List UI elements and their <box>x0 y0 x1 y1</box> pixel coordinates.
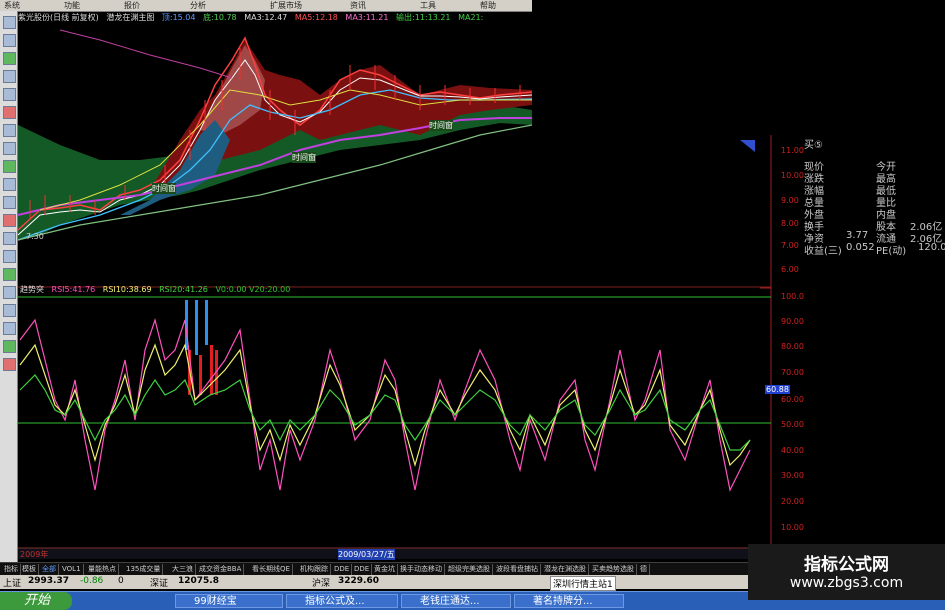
axis-label: 10.00 <box>781 523 804 532</box>
corner-marker <box>740 140 755 152</box>
tab-dde-2[interactable]: DDE <box>352 564 373 575</box>
rsi20-value: RSI20:41.26 <box>159 285 208 294</box>
tab-three-waves[interactable]: 大三浪 <box>170 564 196 575</box>
sub-indicator-name[interactable]: 趋势突 <box>20 285 44 294</box>
axis-label: 70.00 <box>781 368 804 377</box>
tab-golden-pit[interactable]: 黄金坑 <box>372 564 398 575</box>
shanghai-label: 上证 <box>3 579 22 589</box>
tab-dde[interactable]: DDE <box>332 564 353 575</box>
axis-label: 50.00 <box>781 420 804 429</box>
indicator-tabs: 指标 模板 全部 VOL1 量能热点 135成交量 大三浪 成交资金BBA 看长… <box>0 562 750 576</box>
shanghai-volume: 0 <box>118 576 124 586</box>
shanghai-change: -0.86 <box>80 576 104 586</box>
quote-panel: 买⑤ 现价 今开 涨跌 最高 涨幅 最低 总量 量比 外盘 内盘 换手 股本 2… <box>768 136 945 257</box>
buy5-label: 买⑤ <box>804 140 823 151</box>
axis-label: 100.0 <box>781 292 804 301</box>
tab-all[interactable]: 全部 <box>40 564 59 575</box>
start-button[interactable]: 开始 <box>0 592 72 610</box>
year-label: 2009年 <box>20 550 49 559</box>
tab-volume-hotspot[interactable]: 量能热点 <box>86 564 119 575</box>
shanghai-value: 2993.37 <box>28 576 69 586</box>
shenzhen-label: 深证 <box>150 579 169 589</box>
time-window-label: 时间窗 <box>429 120 453 131</box>
eps-label: 收益(三) <box>804 246 842 257</box>
low-price-label: 7.30 <box>26 232 44 241</box>
axis-label: 90.00 <box>781 317 804 326</box>
tab-indicator[interactable]: 指标 <box>2 564 21 575</box>
time-window-label: 时间窗 <box>292 152 316 163</box>
histogram-bars <box>185 300 218 395</box>
sub-indicator-header: 趋势突 RSI5:41.76 RSI10:38.69 RSI20:41.26 V… <box>20 284 295 295</box>
tab-trend-pick[interactable]: 买卖趋势选股 <box>590 564 637 575</box>
hs-label: 沪深 <box>312 579 331 589</box>
selected-date: 2009/03/27/五 <box>338 549 395 560</box>
tab-qe[interactable]: 看长期线QE <box>250 564 293 575</box>
task-item[interactable]: 老钱庄通达... <box>401 594 511 608</box>
axis-label: 60.00 <box>781 395 804 404</box>
watermark: 指标公式网 www.zbgs3.com <box>748 544 945 600</box>
tab-vol1[interactable]: VOL1 <box>60 564 84 575</box>
v-values: V0:0.00 V20:20.00 <box>215 285 291 294</box>
axis-label: 20.00 <box>781 497 804 506</box>
tab-institution[interactable]: 机构跟踪 <box>298 564 331 575</box>
rsi5-value: RSI5:41.76 <box>51 285 96 294</box>
axis-label: 80.00 <box>781 342 804 351</box>
status-bar: 上证 2993.37 -0.86 0 深证 12075.8 沪深 3229.60… <box>0 575 750 591</box>
tab-template[interactable]: 模板 <box>20 564 39 575</box>
task-item[interactable]: 著名持牌分... <box>514 594 624 608</box>
net-asset-value: 3.77 <box>846 230 869 241</box>
axis-label: 6.00 <box>781 265 799 274</box>
tab-turnover[interactable]: 换手动态移动 <box>398 564 445 575</box>
tab-dragon-pick[interactable]: 潜龙在渊选股 <box>542 564 589 575</box>
pe-value: 120.0 <box>918 242 945 253</box>
time-window-label: 时间窗 <box>152 183 176 194</box>
watermark-title: 指标公式网 <box>804 555 889 575</box>
current-value-marker: 60.88 <box>765 385 790 394</box>
rsi10-value: RSI10:38.69 <box>102 285 152 294</box>
shenzhen-value: 12075.8 <box>178 576 219 586</box>
task-item[interactable]: 99财经宝 <box>175 594 283 608</box>
axis-label: 40.00 <box>781 446 804 455</box>
tab-135[interactable]: 135成交量 <box>124 564 164 575</box>
server-status[interactable]: 深圳行情主站1 <box>550 576 616 591</box>
tab-bba[interactable]: 成交资金BBA <box>197 564 245 575</box>
hs-value: 3229.60 <box>338 576 379 586</box>
pe-label: PE(动) <box>876 246 907 257</box>
tab-perfect-pick[interactable]: 超级完美选股 <box>446 564 493 575</box>
chart-canvas <box>17 23 772 559</box>
tab-wave-watch[interactable]: 波段看盘捕钻 <box>494 564 541 575</box>
tab-more[interactable]: 德 <box>638 564 650 575</box>
task-item[interactable]: 指标公式及... <box>286 594 398 608</box>
axis-label: 30.00 <box>781 471 804 480</box>
eps-value: 0.052 <box>846 242 875 253</box>
watermark-url: www.zbgs3.com <box>789 575 904 591</box>
